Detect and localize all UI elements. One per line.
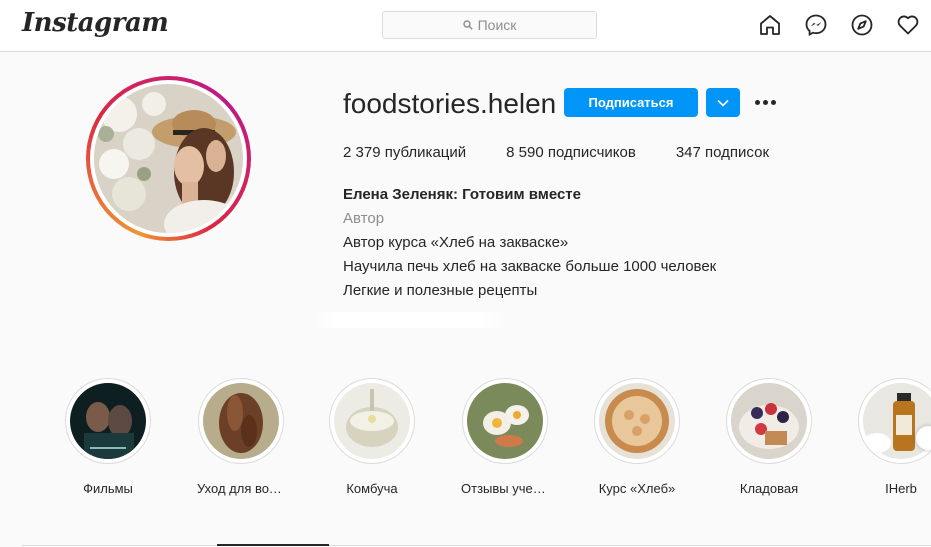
highlight-item[interactable]: Фильмы (53, 378, 163, 496)
highlight-item[interactable]: Курс «Хлеб» (582, 378, 692, 496)
highlight-item[interactable]: Кладовая (714, 378, 824, 496)
profile-stats: 2 379 публикаций 8 590 подписчиков 347 п… (343, 144, 809, 161)
highlight-cover (70, 383, 146, 459)
highlight-label: Кладовая (739, 481, 799, 496)
instagram-logo[interactable]: Instagram (22, 8, 169, 38)
highlight-label: Комбуча (346, 481, 398, 496)
bio-line: Легкие и полезные рецепты (343, 282, 538, 299)
suggestions-dropdown-button[interactable] (706, 88, 740, 117)
dot-icon (754, 99, 760, 105)
heart-icon[interactable] (895, 12, 921, 38)
search-input[interactable]: Поиск (382, 11, 597, 39)
tabs-divider (22, 545, 931, 546)
follow-button[interactable]: Подписаться (564, 88, 698, 117)
story-ring[interactable] (86, 76, 251, 241)
highlight-label: Отзывы учеников (461, 481, 549, 496)
chevron-down-icon (717, 99, 729, 107)
search-placeholder: Поиск (477, 17, 517, 33)
top-navigation-bar: Instagram Поиск (0, 0, 931, 52)
highlight-item[interactable]: Уход для волос (186, 378, 296, 496)
highlight-label: Уход для волос (197, 481, 285, 496)
dot-icon (770, 99, 776, 105)
profile-avatar[interactable] (94, 84, 243, 233)
redaction-smudge (312, 312, 508, 328)
more-options-button[interactable] (753, 92, 777, 112)
following-count[interactable]: 347 подписок (676, 144, 769, 161)
highlight-label: Курс «Хлеб» (598, 481, 676, 496)
profile-category: Автор (343, 210, 385, 227)
highlight-cover (203, 383, 279, 459)
highlight-cover (731, 383, 807, 459)
highlight-label: IHerb (885, 481, 917, 496)
profile-full-name: Елена Зеленяк: Готовим вместе (343, 186, 582, 203)
highlight-cover (467, 383, 543, 459)
followers-count[interactable]: 8 590 подписчиков (506, 144, 636, 161)
dot-icon (762, 99, 768, 105)
highlight-label: Фильмы (83, 481, 133, 496)
highlight-cover (334, 383, 410, 459)
highlight-item[interactable]: Комбуча (317, 378, 427, 496)
highlight-item[interactable]: Отзывы учеников (450, 378, 560, 496)
highlight-cover (599, 383, 675, 459)
profile-bio: Елена Зеленяк: Готовим вместе Автор Авто… (343, 183, 716, 303)
profile-username: foodstories.helen (343, 88, 557, 119)
home-icon[interactable] (757, 12, 783, 38)
bio-line: Автор курса «Хлеб на закваске» (343, 234, 569, 251)
search-icon (462, 20, 473, 30)
bio-line: Научила печь хлеб на закваске больше 100… (343, 258, 717, 275)
posts-count: 2 379 публикаций (343, 144, 467, 161)
active-tab-indicator (217, 544, 329, 546)
nav-icons (757, 12, 921, 38)
story-highlights: Фильмы Уход для волос Комбуча Отзывы уче… (0, 378, 931, 498)
explore-icon[interactable] (849, 12, 875, 38)
messenger-icon[interactable] (803, 12, 829, 38)
